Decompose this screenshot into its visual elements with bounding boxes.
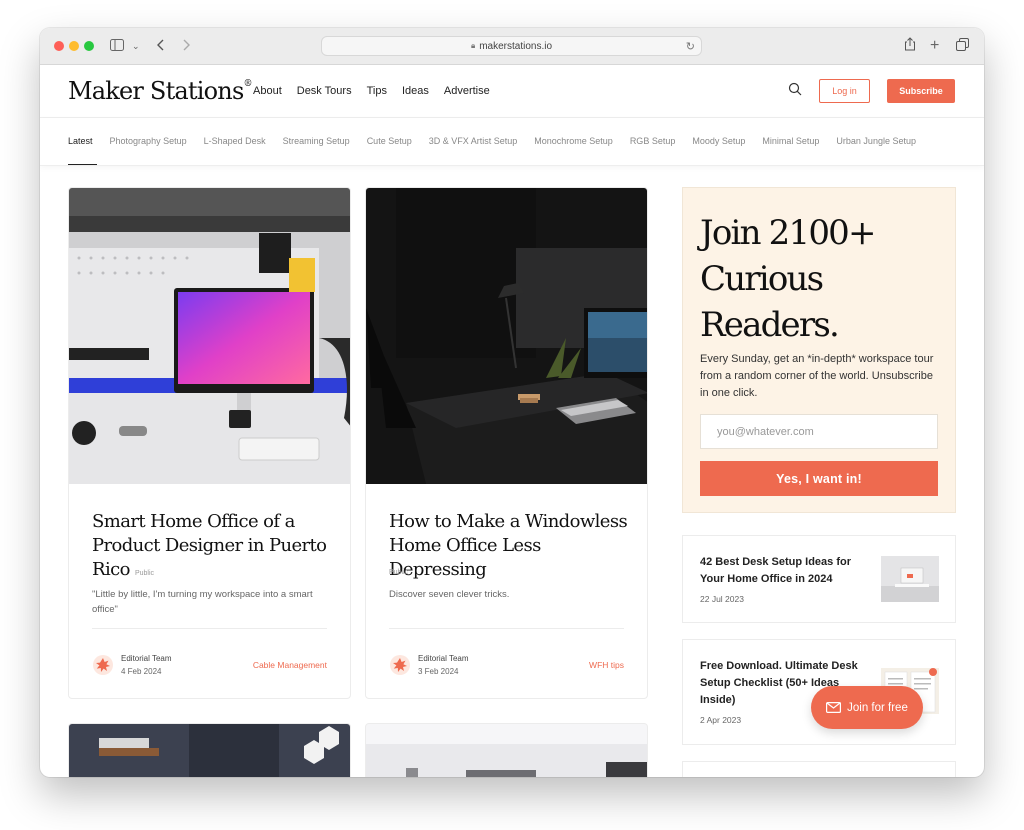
category-list: Latest Photography Setup L-Shaped Desk S… xyxy=(68,136,916,146)
post-date: 3 Feb 2024 xyxy=(418,667,459,676)
nav-tips[interactable]: Tips xyxy=(367,85,387,97)
author-avatar xyxy=(93,655,113,675)
signup-submit-button[interactable]: Yes, I want in! xyxy=(700,461,938,496)
post-image[interactable] xyxy=(69,188,350,484)
email-input[interactable]: you@whatever.com xyxy=(700,414,938,449)
sidebar-toggle-icon[interactable] xyxy=(110,36,124,56)
card-divider xyxy=(92,628,327,629)
post-excerpt: Discover seven clever tricks. xyxy=(389,589,510,600)
post-title[interactable]: Smart Home Office of a Product Designer … xyxy=(92,510,332,586)
side-post-date: 2 Apr 2023 xyxy=(700,715,742,725)
close-window-button[interactable] xyxy=(54,41,64,51)
logo-text: Maker Stations xyxy=(68,77,244,105)
maximize-window-button[interactable] xyxy=(84,41,94,51)
post-date: 4 Feb 2024 xyxy=(121,667,162,676)
category-item[interactable]: L-Shaped Desk xyxy=(204,136,266,146)
side-post-date: 22 Jul 2023 xyxy=(700,594,744,604)
share-icon[interactable] xyxy=(904,36,916,56)
join-for-free-button[interactable]: Join for free xyxy=(811,686,923,729)
category-item[interactable]: Moody Setup xyxy=(692,136,745,146)
category-item[interactable]: Cute Setup xyxy=(367,136,412,146)
url-text: makerstations.io xyxy=(479,40,553,52)
category-latest[interactable]: Latest xyxy=(68,136,93,146)
signup-description: Every Sunday, get an *in-depth* workspac… xyxy=(700,353,934,399)
mail-icon xyxy=(826,702,842,713)
category-item[interactable]: Monochrome Setup xyxy=(534,136,613,146)
public-tag: Public xyxy=(389,569,409,576)
post-image[interactable] xyxy=(366,724,648,777)
category-item[interactable]: Minimal Setup xyxy=(762,136,819,146)
back-icon[interactable] xyxy=(156,36,166,56)
nav-advertise[interactable]: Advertise xyxy=(444,85,490,97)
browser-toolbar: ⌄ 🔒︎ makerstations.io ↻ + xyxy=(40,28,984,65)
side-post-title[interactable]: 42 Best Desk Setup Ideas for Your Home O… xyxy=(700,554,875,588)
site-logo[interactable]: Maker Stations® xyxy=(68,77,252,105)
site-header: Maker Stations® About Desk Tours Tips Id… xyxy=(40,65,984,118)
newsletter-signup: Join 2100+ Curious Readers. Every Sunday… xyxy=(682,187,956,513)
lock-icon: 🔒︎ xyxy=(470,41,476,50)
main-nav: About Desk Tours Tips Ideas Advertise xyxy=(253,85,490,97)
reload-icon[interactable]: ↻ xyxy=(686,40,695,53)
post-excerpt: "Little by little, I'm turning my worksp… xyxy=(92,589,313,615)
author-avatar xyxy=(390,655,410,675)
post-author[interactable]: Editorial Team xyxy=(121,654,172,663)
post-title-text: Smart Home Office of a Product Designer … xyxy=(92,511,327,580)
public-tag: Public xyxy=(134,570,155,577)
post-card-partial[interactable] xyxy=(365,723,648,777)
side-post-thumbnail[interactable] xyxy=(881,556,939,602)
post-title[interactable]: How to Make a Windowless Home Office Les… xyxy=(389,510,629,582)
browser-window: ⌄ 🔒︎ makerstations.io ↻ + Maker Stations… xyxy=(40,28,984,777)
nav-desk-tours[interactable]: Desk Tours xyxy=(297,85,352,97)
post-category-link[interactable]: Cable Management xyxy=(253,660,327,670)
side-post[interactable]: 42 Best Desk Setup Ideas for Your Home O… xyxy=(682,535,956,623)
post-image[interactable] xyxy=(69,724,351,777)
nav-about[interactable]: About xyxy=(253,85,282,97)
category-item[interactable]: RGB Setup xyxy=(630,136,676,146)
login-button[interactable]: Log in xyxy=(819,79,870,103)
nav-ideas[interactable]: Ideas xyxy=(402,85,429,97)
post-card-partial[interactable] xyxy=(68,723,351,777)
category-item[interactable]: Photography Setup xyxy=(110,136,187,146)
minimize-window-button[interactable] xyxy=(69,41,79,51)
category-item[interactable]: Urban Jungle Setup xyxy=(836,136,916,146)
side-post-partial[interactable] xyxy=(682,761,956,777)
subscribe-button[interactable]: Subscribe xyxy=(887,79,955,103)
forward-icon[interactable] xyxy=(181,36,191,56)
category-fade xyxy=(934,118,984,165)
category-bar: Latest Photography Setup L-Shaped Desk S… xyxy=(40,118,984,166)
address-bar[interactable]: 🔒︎ makerstations.io ↻ xyxy=(321,36,702,56)
new-tab-icon[interactable]: + xyxy=(930,36,939,56)
post-card[interactable]: How to Make a Windowless Home Office Les… xyxy=(365,187,648,699)
chevron-down-icon[interactable]: ⌄ xyxy=(132,36,140,56)
tab-overview-icon[interactable] xyxy=(956,36,969,56)
category-item[interactable]: 3D & VFX Artist Setup xyxy=(429,136,518,146)
card-divider xyxy=(389,628,624,629)
post-category-link[interactable]: WFH tips xyxy=(589,660,624,670)
post-author[interactable]: Editorial Team xyxy=(418,654,469,663)
active-category-underline xyxy=(68,164,97,165)
post-image[interactable] xyxy=(366,188,647,484)
post-card[interactable]: Smart Home Office of a Product Designer … xyxy=(68,187,351,699)
search-icon[interactable] xyxy=(788,82,802,96)
category-item[interactable]: Streaming Setup xyxy=(283,136,350,146)
signup-heading: Join 2100+ Curious Readers. xyxy=(700,213,877,345)
post-title-text: How to Make a Windowless Home Office Les… xyxy=(389,511,628,580)
join-button-label: Join for free xyxy=(847,701,908,714)
logo-registered-mark: ® xyxy=(243,79,252,89)
